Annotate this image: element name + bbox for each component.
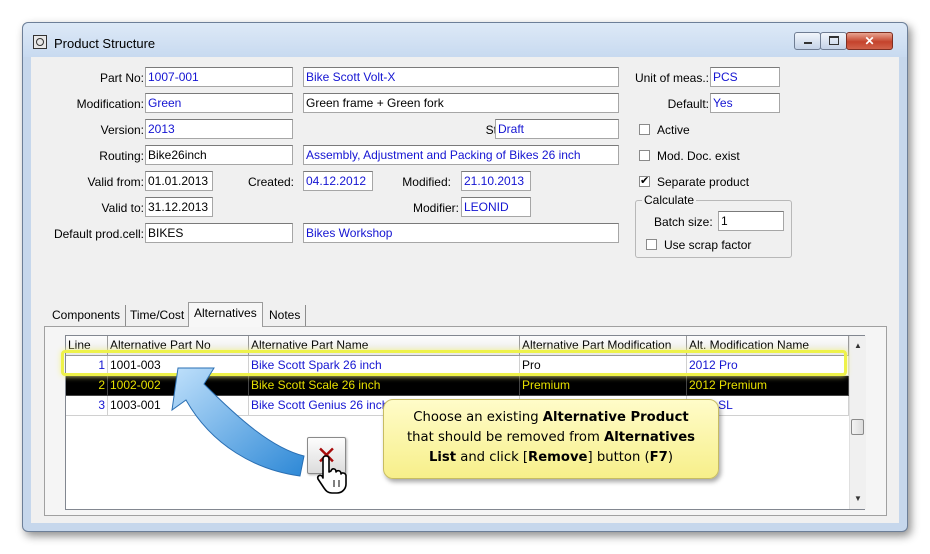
cell-line: 3 (66, 396, 108, 416)
minimize-icon (804, 42, 812, 44)
maximize-button[interactable] (820, 32, 847, 50)
cell-part-no: 1002-002 (108, 376, 249, 396)
default-cell-label: Default prod.cell: (53, 227, 144, 241)
title-bar[interactable]: Product Structure ✕ (23, 23, 907, 57)
valid-from-label: Valid from: (87, 175, 144, 189)
modified-label: Modified: (402, 175, 451, 189)
callout-bold-alternatives: Alternatives (604, 430, 696, 445)
mod-doc-checkbox[interactable] (639, 150, 650, 161)
table-row-selected[interactable]: 2 1002-002 Bike Scott Scale 26 inch Prem… (66, 376, 850, 396)
tab-alternatives[interactable]: Alternatives (188, 302, 263, 327)
product-structure-icon (33, 35, 47, 49)
valid-from-field[interactable]: 01.01.2013 (145, 171, 213, 191)
scroll-down-arrow-icon[interactable]: ▼ (850, 491, 866, 507)
calculate-group-title: Calculate (642, 193, 697, 207)
callout-text-3: and click [ (456, 450, 529, 465)
cell-part-no: 1003-001 (108, 396, 249, 416)
tab-components[interactable]: Components (47, 305, 127, 326)
callout-bold-f7: F7 (649, 450, 668, 465)
modification-field[interactable]: Green (145, 93, 293, 113)
modifier-field[interactable]: LEONID (461, 197, 531, 217)
unit-label: Unit of meas.: (634, 71, 709, 85)
routing-label: Routing: (99, 149, 144, 163)
maximize-icon (829, 36, 839, 45)
grid-vertical-scrollbar[interactable]: ▲ ▼ (849, 336, 866, 509)
selected-row-highlight (61, 350, 847, 376)
callout-text-4: ] button ( (587, 450, 650, 465)
close-icon: ✕ (864, 34, 875, 48)
instruction-callout: Choose an existing Alternative Product t… (383, 399, 719, 479)
part-name-field[interactable]: Bike Scott Volt-X (303, 67, 619, 87)
active-checkbox[interactable] (639, 124, 650, 135)
separate-product-label: Separate product (657, 175, 750, 189)
scroll-up-arrow-icon[interactable]: ▲ (850, 338, 866, 354)
modification-desc-field[interactable]: Green frame + Green fork (303, 93, 619, 113)
batch-size-label: Batch size: (654, 215, 713, 229)
window-title: Product Structure (54, 36, 156, 51)
modified-field[interactable]: 21.10.2013 (461, 171, 531, 191)
callout-text-5: ) (667, 450, 674, 465)
hand-cursor-icon (316, 455, 347, 494)
default-field[interactable]: Yes (710, 93, 780, 113)
use-scrap-checkbox[interactable] (646, 239, 657, 250)
default-label: Default: (667, 97, 709, 111)
part-no-field[interactable]: 1007-001 (145, 67, 293, 87)
cell-modification: Premium (520, 376, 687, 396)
created-label: Created: (247, 175, 294, 189)
modifier-label: Modifier: (412, 201, 459, 215)
default-cell-desc-field[interactable]: Bikes Workshop (303, 223, 619, 243)
callout-text-1: Choose an existing (413, 410, 543, 425)
callout-bold-list: List (428, 450, 457, 465)
minimize-button[interactable] (794, 32, 821, 50)
use-scrap-label: Use scrap factor (664, 238, 752, 252)
unit-field[interactable]: PCS (710, 67, 780, 87)
default-cell-field[interactable]: BIKES (145, 223, 293, 243)
version-label: Version: (100, 123, 144, 137)
cell-line: 2 (66, 376, 108, 396)
modification-label: Modification: (76, 97, 144, 111)
callout-bold-remove: Remove (528, 450, 588, 465)
active-label: Active (657, 123, 690, 137)
scrollbar-thumb[interactable] (851, 419, 864, 435)
created-field[interactable]: 04.12.2012 (303, 171, 373, 191)
batch-size-field[interactable]: 1 (718, 211, 784, 231)
cell-mod-name: 2012 Premium (687, 376, 849, 396)
part-no-label: Part No: (99, 71, 144, 85)
callout-text-2: that should be removed from (406, 430, 605, 445)
state-field[interactable]: Draft (495, 119, 619, 139)
cell-part-name: Bike Scott Scale 26 inch (249, 376, 520, 396)
version-field[interactable]: 2013 (145, 119, 293, 139)
tab-notes[interactable]: Notes (264, 305, 307, 326)
valid-to-label: Valid to: (101, 201, 144, 215)
close-button[interactable]: ✕ (846, 32, 893, 50)
mod-doc-label: Mod. Doc. exist (657, 149, 740, 163)
tab-time-cost[interactable]: Time/Cost (125, 305, 191, 326)
separate-product-checkbox[interactable] (639, 174, 650, 187)
valid-to-field[interactable]: 31.12.2013 (145, 197, 213, 217)
routing-desc-field[interactable]: Assembly, Adjustment and Packing of Bike… (303, 145, 619, 165)
callout-bold-alternative-product: Alternative Product (542, 410, 689, 425)
routing-field[interactable]: Bike26inch (145, 145, 293, 165)
